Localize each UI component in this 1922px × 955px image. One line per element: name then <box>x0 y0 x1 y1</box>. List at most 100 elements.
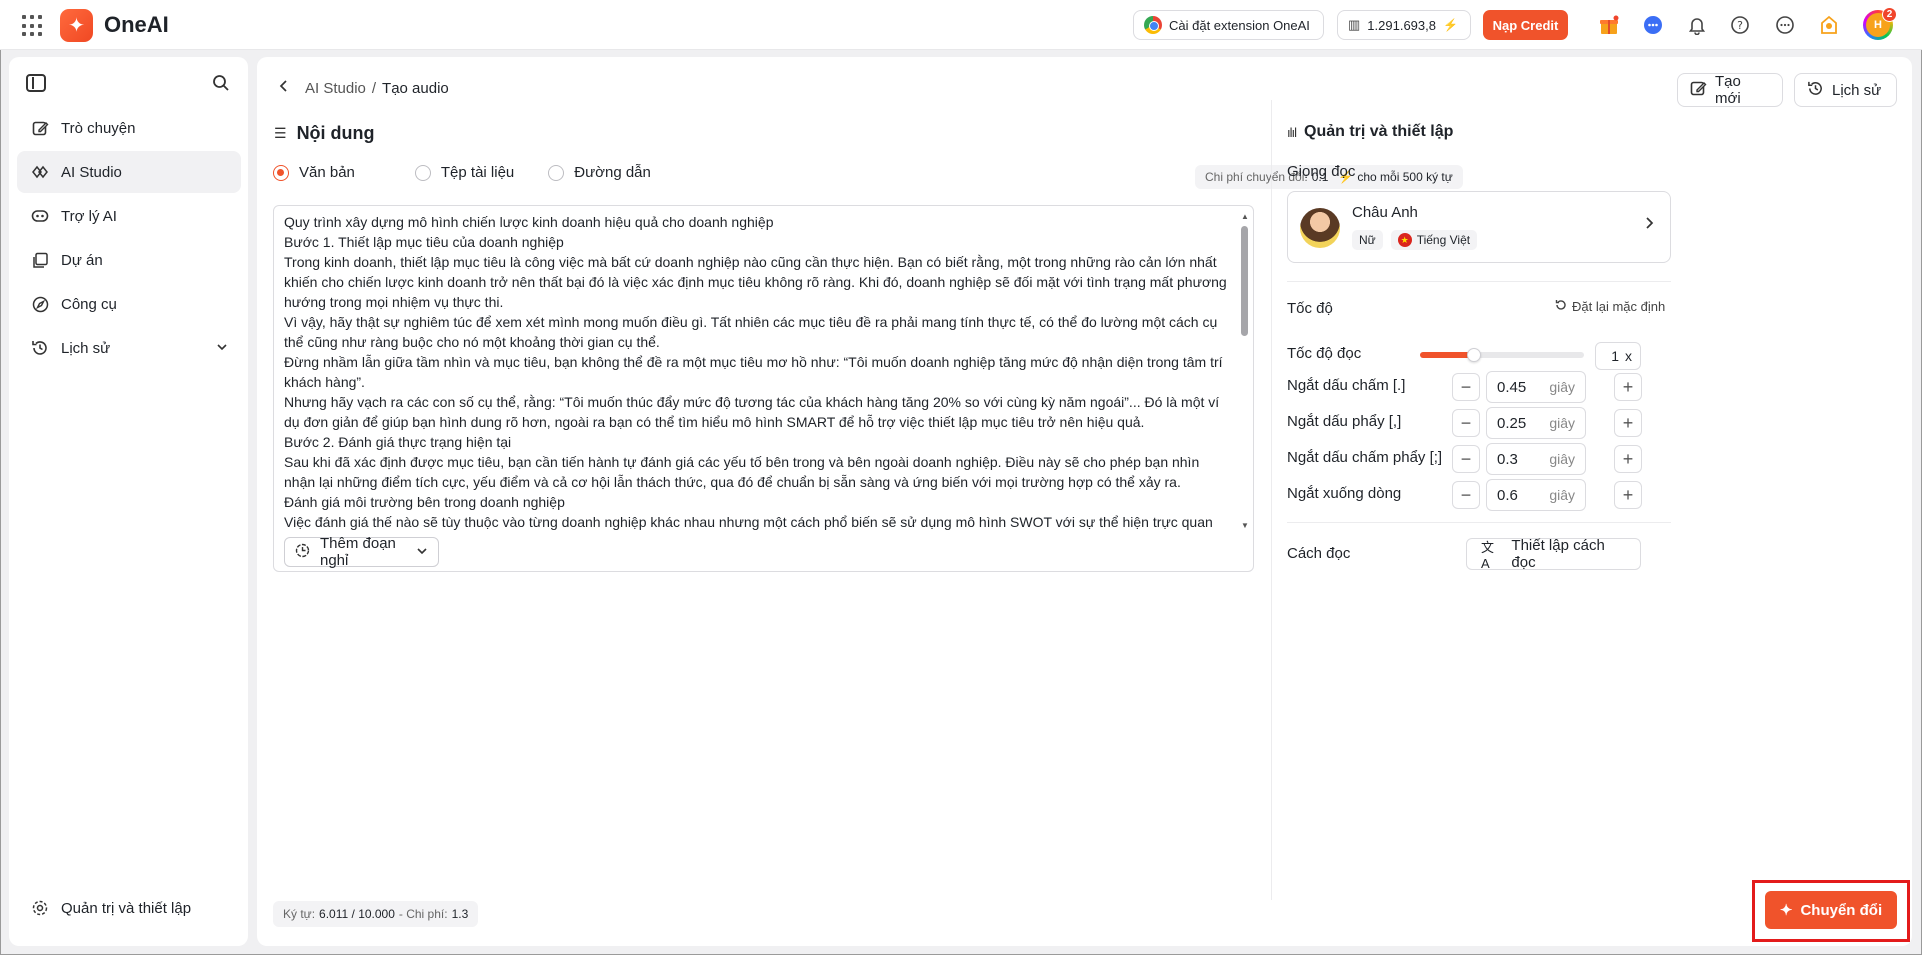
history-button[interactable]: Lịch sử <box>1794 73 1897 107</box>
editor-scrollbar[interactable]: ▲ ▼ <box>1239 212 1251 530</box>
sidebar-item-projects[interactable]: Dự án <box>17 239 241 281</box>
main-panel: AI Studio / Tạo audio Tạo mới Lịch sử ☰ … <box>257 57 1912 946</box>
editor-textarea[interactable]: Quy trình xây dựng mô hình chiến lược ki… <box>284 212 1234 530</box>
sidebar: Trò chuyện AI Studio Trợ lý AI Dự án Côn… <box>9 57 248 946</box>
new-button[interactable]: Tạo mới <box>1677 73 1783 107</box>
decrease-button[interactable]: − <box>1452 445 1480 473</box>
speed-input[interactable]: 1 x <box>1595 342 1641 370</box>
speed-section-label: Tốc độ <box>1287 300 1333 317</box>
add-pause-dropdown[interactable]: Thêm đoạn nghỉ <box>284 535 439 569</box>
scroll-down-icon[interactable]: ▼ <box>1241 521 1249 530</box>
pause-newline-label: Ngắt xuống dòng <box>1287 485 1402 502</box>
slider-handle[interactable] <box>1467 348 1482 362</box>
gift-icon[interactable] <box>1597 13 1621 37</box>
svg-text:?: ? <box>1737 19 1743 32</box>
sidebar-item-settings[interactable]: Quản trị và thiết lập <box>17 887 241 929</box>
divider <box>1287 281 1671 282</box>
bot-icon <box>31 207 49 225</box>
slider-fill <box>1420 352 1475 358</box>
pause-comma-label: Ngắt dấu phẩy [,] <box>1287 413 1402 430</box>
reset-default-button[interactable]: Đặt lại mặc định <box>1555 299 1665 314</box>
history-icon <box>31 339 49 357</box>
pause-period-input[interactable]: 0.45 giây <box>1486 371 1586 403</box>
list-icon: ☰ <box>274 125 287 141</box>
speed-slider[interactable] <box>1420 348 1584 362</box>
increase-button[interactable]: + <box>1614 409 1642 437</box>
history-icon <box>1807 80 1824 101</box>
chat-icon[interactable] <box>1641 13 1665 37</box>
reading-method-label: Cách đọc <box>1287 545 1351 562</box>
sidebar-toggle-icon[interactable] <box>26 74 46 92</box>
voice-label: Giọng đọc <box>1287 163 1356 180</box>
chevron-down-icon <box>416 545 428 560</box>
pause-comma-input[interactable]: 0.25 giây <box>1486 407 1586 439</box>
oneai-logo-icon[interactable]: ✦ <box>60 9 93 42</box>
help-icon[interactable]: ? <box>1728 13 1752 37</box>
increase-button[interactable]: + <box>1614 373 1642 401</box>
sidebar-item-label: Công cụ <box>61 295 117 313</box>
gear-icon <box>31 899 49 917</box>
convert-button[interactable]: ✦ Chuyển đổi <box>1765 891 1897 929</box>
breadcrumb-parent[interactable]: AI Studio <box>305 80 366 97</box>
radio-dot[interactable] <box>414 164 431 181</box>
decrease-button[interactable]: − <box>1452 373 1480 401</box>
chevron-right-icon <box>1642 216 1656 235</box>
apps-grid-icon[interactable] <box>22 15 44 37</box>
decrease-button[interactable]: − <box>1452 481 1480 509</box>
vietnam-flag-icon: ★ <box>1397 233 1412 247</box>
back-icon[interactable] <box>277 79 291 98</box>
decrease-button[interactable]: − <box>1452 409 1480 437</box>
language-tag: ★ Tiếng Việt <box>1390 230 1478 250</box>
new-label: Tạo mới <box>1715 73 1741 107</box>
translate-icon: 文A <box>1481 540 1495 571</box>
notification-badge: 2 <box>1882 7 1897 22</box>
increase-button[interactable]: + <box>1614 445 1642 473</box>
text-editor[interactable]: Quy trình xây dựng mô hình chiến lược ki… <box>273 205 1254 572</box>
radio-url[interactable]: Đường dẫn <box>548 164 651 181</box>
edit-icon <box>31 119 49 137</box>
top-bar: ✦ OneAI Cài đặt extension OneAI ▥ 1.291.… <box>0 0 1922 50</box>
pause-semicolon-input[interactable]: 0.3 giây <box>1486 443 1586 475</box>
voice-avatar <box>1300 208 1340 248</box>
reading-setup-button[interactable]: 文A Thiết lập cách đọc <box>1466 537 1641 571</box>
scroll-thumb[interactable] <box>1241 226 1248 336</box>
source-selector: Văn bản Tệp tài liệu Đường dẫn <box>273 164 679 181</box>
radio-file[interactable]: Tệp tài liệu <box>414 164 514 181</box>
search-icon[interactable] <box>212 74 230 92</box>
bolt-icon: ⚡ <box>1442 18 1458 32</box>
install-extension-button[interactable]: Cài đặt extension OneAI <box>1133 10 1324 40</box>
increase-button[interactable]: + <box>1614 481 1642 509</box>
bell-icon[interactable] <box>1685 13 1709 37</box>
credit-value: 1.291.693,8 <box>1367 17 1436 33</box>
radio-dot[interactable] <box>548 164 565 181</box>
sidebar-item-ai-studio[interactable]: AI Studio <box>17 151 241 193</box>
credit-balance[interactable]: ▥ 1.291.693,8 ⚡ <box>1337 10 1471 40</box>
radio-text[interactable]: Văn bản <box>273 164 355 181</box>
sidebar-item-chat[interactable]: Trò chuyện <box>17 107 241 149</box>
sidebar-item-label: Lịch sử <box>61 339 111 357</box>
radio-dot[interactable] <box>273 164 289 181</box>
scroll-up-icon[interactable]: ▲ <box>1241 212 1249 221</box>
breadcrumb-separator: / <box>371 80 377 97</box>
sidebar-item-tools[interactable]: Công cụ <box>17 283 241 325</box>
sidebar-item-label: Trợ lý AI <box>61 207 117 225</box>
pause-period-label: Ngắt dấu chấm [.] <box>1287 377 1406 394</box>
voice-tags: Nữ ★ Tiếng Việt <box>1352 230 1478 250</box>
reading-speed-label: Tốc độ đọc <box>1287 345 1362 362</box>
folder-icon <box>31 251 49 269</box>
pause-newline-input[interactable]: 0.6 giây <box>1486 479 1586 511</box>
breadcrumb-current: Tạo audio <box>382 80 449 97</box>
sidebar-item-history[interactable]: Lịch sử <box>17 327 241 369</box>
content-title: ☰ Nội dung <box>274 123 375 143</box>
badge-icon[interactable] <box>1817 13 1841 37</box>
chevron-down-icon <box>215 340 229 357</box>
char-count-chip: Ký tự: 6.011 / 10.000 - Chi phí: 1.3 <box>273 901 479 927</box>
sidebar-item-label: AI Studio <box>61 163 122 181</box>
voice-selector[interactable]: Châu Anh Nữ ★ Tiếng Việt <box>1287 191 1671 263</box>
gender-tag: Nữ <box>1352 230 1383 250</box>
brand-name[interactable]: OneAI <box>104 12 169 38</box>
sidebar-item-ai-assistant[interactable]: Trợ lý AI <box>17 195 241 237</box>
audio-wave-icon: ılıl <box>1287 124 1297 140</box>
more-icon[interactable] <box>1773 13 1797 37</box>
topup-credit-button[interactable]: Nạp Credit <box>1483 10 1568 40</box>
